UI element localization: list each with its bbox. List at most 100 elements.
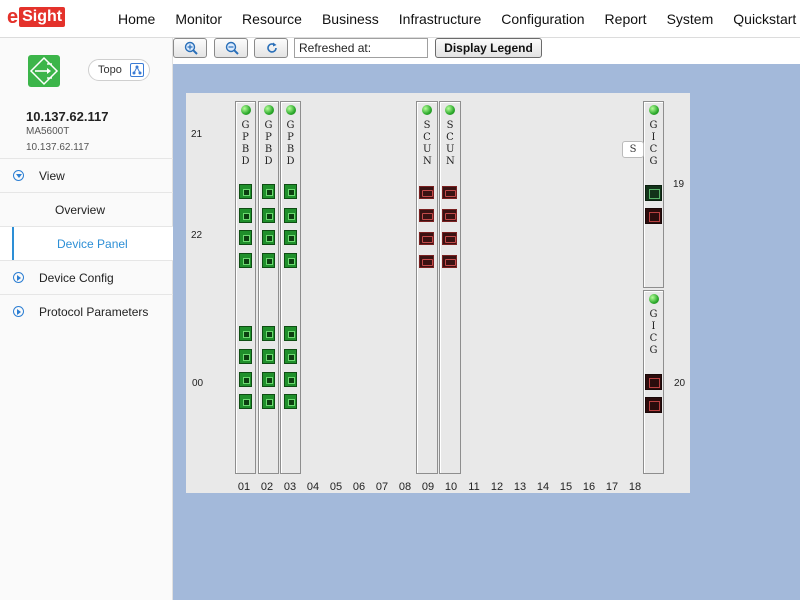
- slot-number: 03: [283, 481, 297, 493]
- slot-number: 02: [260, 481, 274, 493]
- zoom-in-button[interactable]: [173, 38, 207, 58]
- port-up[interactable]: [284, 253, 297, 268]
- port-up[interactable]: [262, 326, 275, 341]
- nav-home[interactable]: Home: [118, 0, 155, 38]
- slot-number: 12: [490, 481, 504, 493]
- esight-logo[interactable]: e Sight: [7, 6, 66, 28]
- refreshed-at-field[interactable]: [294, 38, 428, 58]
- slot-number: 14: [536, 481, 550, 493]
- port-down[interactable]: [442, 255, 457, 268]
- slot-number: 15: [559, 481, 573, 493]
- board-slot-09[interactable]: S C U N: [416, 101, 438, 474]
- port-up[interactable]: [262, 394, 275, 409]
- chevron-right-icon: [13, 306, 24, 317]
- port-down[interactable]: [419, 232, 434, 245]
- port-up[interactable]: [239, 394, 252, 409]
- port-down[interactable]: [645, 208, 662, 224]
- row-label-22: 22: [191, 230, 203, 241]
- board-slot-10[interactable]: S C U N: [439, 101, 461, 474]
- device-model: MA5600T: [26, 126, 70, 137]
- board-status-led: [649, 105, 659, 115]
- port-up[interactable]: [284, 326, 297, 341]
- slot-number: 09: [421, 481, 435, 493]
- port-up[interactable]: [262, 184, 275, 199]
- zoom-out-icon: [225, 41, 239, 55]
- port-down[interactable]: [442, 209, 457, 222]
- board-slot-19[interactable]: G I C G: [643, 101, 664, 288]
- board-slot-03[interactable]: G P B D: [280, 101, 301, 474]
- board-name: G P B D: [241, 120, 250, 167]
- port-up[interactable]: [262, 253, 275, 268]
- port-down[interactable]: [419, 186, 434, 199]
- sidebar-item-view[interactable]: View: [0, 158, 173, 192]
- row-label-20: 20: [674, 378, 686, 389]
- port-up[interactable]: [262, 372, 275, 387]
- port-down[interactable]: [419, 209, 434, 222]
- port-up[interactable]: [239, 230, 252, 245]
- board-status-led: [422, 105, 432, 115]
- sidebar-item-overview[interactable]: Overview: [0, 192, 173, 226]
- slot-number: 01: [237, 481, 251, 493]
- reset-view-button[interactable]: [254, 38, 288, 58]
- board-status-led: [286, 105, 296, 115]
- slot-number: 17: [605, 481, 619, 493]
- chassis-panel: 21 22 00 19 20 G P B D G P B D G P B D S…: [186, 93, 690, 493]
- display-legend-button[interactable]: Display Legend: [435, 38, 542, 58]
- port-down[interactable]: [442, 232, 457, 245]
- port-up[interactable]: [284, 349, 297, 364]
- slot-number: 04: [306, 481, 320, 493]
- port-up[interactable]: [284, 372, 297, 387]
- left-sidebar: Topo 10.137.62.117 MA5600T 10.137.62.117…: [0, 38, 173, 600]
- sidebar-item-label: Device Config: [39, 271, 114, 285]
- port-up[interactable]: [284, 230, 297, 245]
- sidebar-item-device-config[interactable]: Device Config: [0, 260, 173, 294]
- sidebar-item-device-panel[interactable]: Device Panel: [0, 226, 173, 261]
- nav-resource[interactable]: Resource: [242, 0, 302, 38]
- port-up[interactable]: [262, 349, 275, 364]
- board-name: G P B D: [264, 120, 273, 167]
- port-down[interactable]: [645, 374, 662, 390]
- main-nav: Home Monitor Resource Business Infrastru…: [108, 0, 800, 38]
- board-slot-20[interactable]: G I C G: [643, 290, 664, 474]
- port-down[interactable]: [645, 397, 662, 413]
- device-name: 10.137.62.117: [26, 109, 109, 124]
- slot-number: 13: [513, 481, 527, 493]
- port-up[interactable]: [645, 185, 662, 201]
- zoom-out-button[interactable]: [214, 38, 248, 58]
- port-up[interactable]: [284, 184, 297, 199]
- port-up[interactable]: [239, 253, 252, 268]
- board-slot-01[interactable]: G P B D: [235, 101, 256, 474]
- port-up[interactable]: [284, 394, 297, 409]
- sidebar-item-protocol-parameters[interactable]: Protocol Parameters: [0, 294, 173, 328]
- port-up[interactable]: [262, 230, 275, 245]
- board-name: S C U N: [446, 120, 455, 167]
- sidebar-item-label: Device Panel: [57, 237, 128, 251]
- device-panel-canvas: 21 22 00 19 20 G P B D G P B D G P B D S…: [173, 64, 800, 600]
- nav-business[interactable]: Business: [322, 0, 379, 38]
- topo-label: Topo: [98, 64, 122, 76]
- board-status-led: [241, 105, 251, 115]
- port-down[interactable]: [419, 255, 434, 268]
- port-up[interactable]: [239, 326, 252, 341]
- nav-system[interactable]: System: [667, 0, 714, 38]
- row-label-00: 00: [192, 378, 204, 389]
- device-type-icon: [28, 55, 60, 87]
- chevron-down-icon: [13, 170, 24, 181]
- nav-infrastructure[interactable]: Infrastructure: [399, 0, 481, 38]
- nav-quickstart[interactable]: Quickstart: [733, 0, 796, 38]
- port-up[interactable]: [284, 208, 297, 223]
- port-up[interactable]: [262, 208, 275, 223]
- port-down[interactable]: [442, 186, 457, 199]
- slot-number: 05: [329, 481, 343, 493]
- nav-configuration[interactable]: Configuration: [501, 0, 584, 38]
- topo-button[interactable]: Topo: [88, 59, 150, 81]
- port-up[interactable]: [239, 372, 252, 387]
- board-slot-02[interactable]: G P B D: [258, 101, 279, 474]
- nav-report[interactable]: Report: [605, 0, 647, 38]
- nav-monitor[interactable]: Monitor: [175, 0, 222, 38]
- port-up[interactable]: [239, 184, 252, 199]
- slot-number: 10: [444, 481, 458, 493]
- board-name: G I C G: [649, 120, 658, 167]
- port-up[interactable]: [239, 349, 252, 364]
- port-up[interactable]: [239, 208, 252, 223]
